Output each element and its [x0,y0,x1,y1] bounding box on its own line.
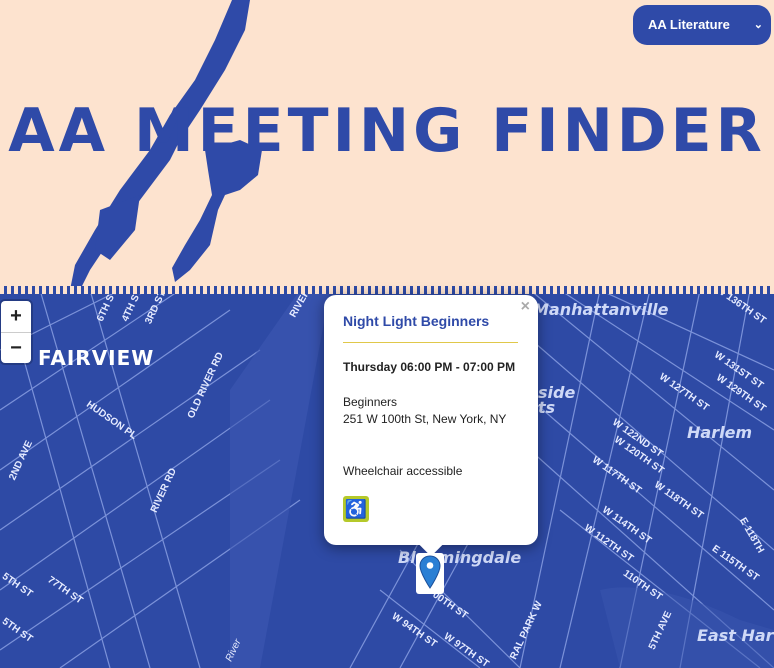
chevron-down-icon: ⌄ [753,19,763,31]
map-edge [0,286,774,294]
literature-select[interactable]: AA Literature ⌄ [633,5,771,45]
neighborhood-label: FAIRVIEW [38,346,155,370]
neighborhood-label: ts [538,398,556,417]
zoom-out-button[interactable]: − [1,332,31,364]
neighborhood-label: Harlem [687,423,753,442]
select-value: AA Literature [648,17,730,32]
meeting-time: Thursday 06:00 PM - 07:00 PM [343,360,516,374]
page-title: AA MEETING FINDER [8,96,766,166]
meeting-name[interactable]: Night Light Beginners [343,313,489,329]
wheelchair-icon: ♿ [343,496,369,522]
meeting-address: 251 W 100th St, New York, NY [343,412,507,426]
zoom-control: + − [1,301,31,363]
meeting-popup: × Night Light Beginners Thursday 06:00 P… [324,295,538,557]
map-marker-icon[interactable] [415,552,445,595]
divider [343,342,518,343]
neighborhood-label: Manhattanville [533,300,669,319]
header-banner: AA MEETING FINDER AA Literature ⌄ [0,0,774,290]
neighborhood-label: East Har [697,626,774,645]
meeting-type: Beginners [343,395,398,409]
close-icon[interactable]: × [521,298,530,316]
zoom-in-button[interactable]: + [1,301,31,332]
accessibility-text: Wheelchair accessible [343,464,463,478]
